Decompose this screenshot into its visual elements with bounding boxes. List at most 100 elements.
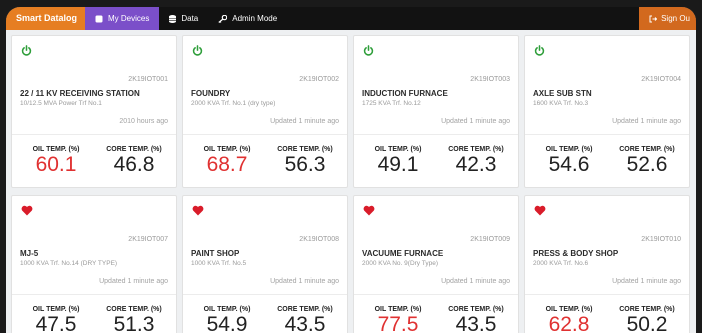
device-description: 1000 KVA Trf. No.5 — [191, 260, 247, 267]
oil-temp-metric: OIL TEMP. (%) 54.9 — [187, 306, 267, 333]
device-grid: 2K19IOT001 22 / 11 KV RECEIVING STATION 10… — [11, 35, 696, 333]
device-name: VACUUME FURNACE — [362, 249, 444, 258]
core-temp-value: 56.3 — [284, 153, 326, 176]
divider — [183, 134, 347, 135]
core-temp-label: CORE TEMP. (%) — [448, 306, 504, 313]
oil-temp-value: 62.8 — [548, 313, 590, 333]
nav-admin-mode[interactable]: Admin Mode — [208, 7, 287, 30]
heart-icon — [192, 203, 204, 221]
device-card[interactable]: 2K19IOT003 INDUCTION FURNACE 1725 KVA Trf.… — [353, 35, 519, 188]
device-description: 2000 KVA No. 9(Dry Type) — [362, 260, 438, 267]
device-code: 2K19IOT001 — [128, 76, 168, 83]
oil-temp-label: OIL TEMP. (%) — [32, 146, 80, 153]
oil-temp-label: OIL TEMP. (%) — [203, 146, 251, 153]
heart-icon — [363, 203, 375, 221]
sign-out-label: Sign Ou — [661, 14, 690, 23]
device-card[interactable]: 2K19IOT010 PRESS & BODY SHOP 2000 KVA Trf.… — [524, 195, 690, 333]
divider — [525, 134, 689, 135]
core-temp-label: CORE TEMP. (%) — [619, 146, 675, 153]
oil-temp-metric: OIL TEMP. (%) 62.8 — [529, 306, 609, 333]
last-updated: Updated 1 minute ago — [99, 278, 168, 285]
device-code: 2K19IOT002 — [299, 76, 339, 83]
device-description: 1000 KVA Trf. No.14 (DRY TYPE) — [20, 260, 118, 267]
last-updated: Updated 1 minute ago — [441, 278, 510, 285]
core-temp-metric: CORE TEMP. (%) 42.3 — [436, 146, 516, 176]
device-name: INDUCTION FURNACE — [362, 89, 448, 98]
device-code: 2K19IOT007 — [128, 236, 168, 243]
oil-temp-metric: OIL TEMP. (%) 54.6 — [529, 146, 609, 176]
divider — [354, 294, 518, 295]
device-code: 2K19IOT008 — [299, 236, 339, 243]
last-updated: Updated 1 minute ago — [612, 118, 681, 125]
brand-logo[interactable]: Smart Datalog — [6, 7, 86, 30]
oil-temp-label: OIL TEMP. (%) — [374, 306, 422, 313]
device-code: 2K19IOT009 — [470, 236, 510, 243]
sign-out-icon — [649, 15, 658, 22]
oil-temp-label: OIL TEMP. (%) — [374, 146, 422, 153]
device-card[interactable]: 2K19IOT008 PAINT SHOP 1000 KVA Trf. No.5 Up… — [182, 195, 348, 333]
heart-icon — [21, 203, 33, 221]
device-card[interactable]: 2K19IOT007 MJ-5 1000 KVA Trf. No.14 (DRY T… — [11, 195, 177, 333]
key-icon — [218, 14, 228, 23]
nav-admin-mode-label: Admin Mode — [232, 14, 278, 23]
device-name: FOUNDRY — [191, 89, 231, 98]
last-updated: Updated 1 minute ago — [270, 118, 339, 125]
nav-data[interactable]: Data — [159, 7, 208, 30]
power-icon — [363, 43, 374, 61]
device-name: PAINT SHOP — [191, 249, 240, 258]
core-temp-label: CORE TEMP. (%) — [106, 306, 162, 313]
oil-temp-value: 54.6 — [548, 153, 590, 176]
nav-data-label: Data — [181, 14, 199, 23]
device-code: 2K19IOT010 — [641, 236, 681, 243]
core-temp-value: 52.6 — [626, 153, 668, 176]
nav-my-devices[interactable]: My Devices — [85, 7, 160, 30]
app-window: Smart Datalog My Devices Data Admin Mode… — [6, 7, 696, 333]
divider — [183, 294, 347, 295]
device-card[interactable]: 2K19IOT002 FOUNDRY 2000 KVA Trf. No.1 (dry… — [182, 35, 348, 188]
device-description: 2000 KVA Trf. No.1 (dry type) — [191, 100, 276, 107]
power-icon — [21, 43, 32, 61]
device-description: 1725 KVA Trf. No.12 — [362, 100, 421, 107]
core-temp-value: 50.2 — [626, 313, 668, 333]
core-temp-metric: CORE TEMP. (%) 46.8 — [94, 146, 174, 176]
device-card[interactable]: 2K19IOT001 22 / 11 KV RECEIVING STATION 10… — [11, 35, 177, 188]
oil-temp-metric: OIL TEMP. (%) 60.1 — [16, 146, 96, 176]
device-card[interactable]: 2K19IOT009 VACUUME FURNACE 2000 KVA No. 9(… — [353, 195, 519, 333]
power-icon — [534, 43, 545, 61]
oil-temp-metric: OIL TEMP. (%) 47.5 — [16, 306, 96, 333]
divider — [354, 134, 518, 135]
oil-temp-value: 77.5 — [377, 313, 419, 333]
oil-temp-metric: OIL TEMP. (%) 49.1 — [358, 146, 438, 176]
device-name: PRESS & BODY SHOP — [533, 249, 619, 258]
core-temp-label: CORE TEMP. (%) — [448, 146, 504, 153]
core-temp-value: 43.5 — [455, 313, 497, 333]
core-temp-value: 51.3 — [113, 313, 155, 333]
core-temp-label: CORE TEMP. (%) — [277, 146, 333, 153]
oil-temp-label: OIL TEMP. (%) — [203, 306, 251, 313]
sign-out-button[interactable]: Sign Ou — [639, 7, 696, 30]
last-updated: Updated 1 minute ago — [441, 118, 510, 125]
core-temp-label: CORE TEMP. (%) — [106, 146, 162, 153]
oil-temp-label: OIL TEMP. (%) — [545, 306, 593, 313]
device-name: AXLE SUB STN — [533, 89, 592, 98]
device-card[interactable]: 2K19IOT004 AXLE SUB STN 1600 KVA Trf. No.3… — [524, 35, 690, 188]
core-temp-metric: CORE TEMP. (%) 43.5 — [436, 306, 516, 333]
core-temp-metric: CORE TEMP. (%) 56.3 — [265, 146, 345, 176]
last-updated: 2010 hours ago — [119, 118, 168, 125]
core-temp-value: 42.3 — [455, 153, 497, 176]
divider — [525, 294, 689, 295]
last-updated: Updated 1 minute ago — [612, 278, 681, 285]
device-name: 22 / 11 KV RECEIVING STATION — [20, 89, 140, 98]
device-description: 2000 KVA Trf. No.6 — [533, 260, 589, 267]
oil-temp-value: 54.9 — [206, 313, 248, 333]
core-temp-metric: CORE TEMP. (%) 51.3 — [94, 306, 174, 333]
core-temp-metric: CORE TEMP. (%) 50.2 — [607, 306, 687, 333]
device-description: 1600 KVA Trf. No.3 — [533, 100, 589, 107]
divider — [12, 134, 176, 135]
core-temp-label: CORE TEMP. (%) — [619, 306, 675, 313]
database-icon — [169, 14, 177, 23]
oil-temp-label: OIL TEMP. (%) — [545, 146, 593, 153]
top-nav: Smart Datalog My Devices Data Admin Mode… — [6, 7, 696, 30]
oil-temp-value: 68.7 — [206, 153, 248, 176]
core-temp-value: 46.8 — [113, 153, 155, 176]
